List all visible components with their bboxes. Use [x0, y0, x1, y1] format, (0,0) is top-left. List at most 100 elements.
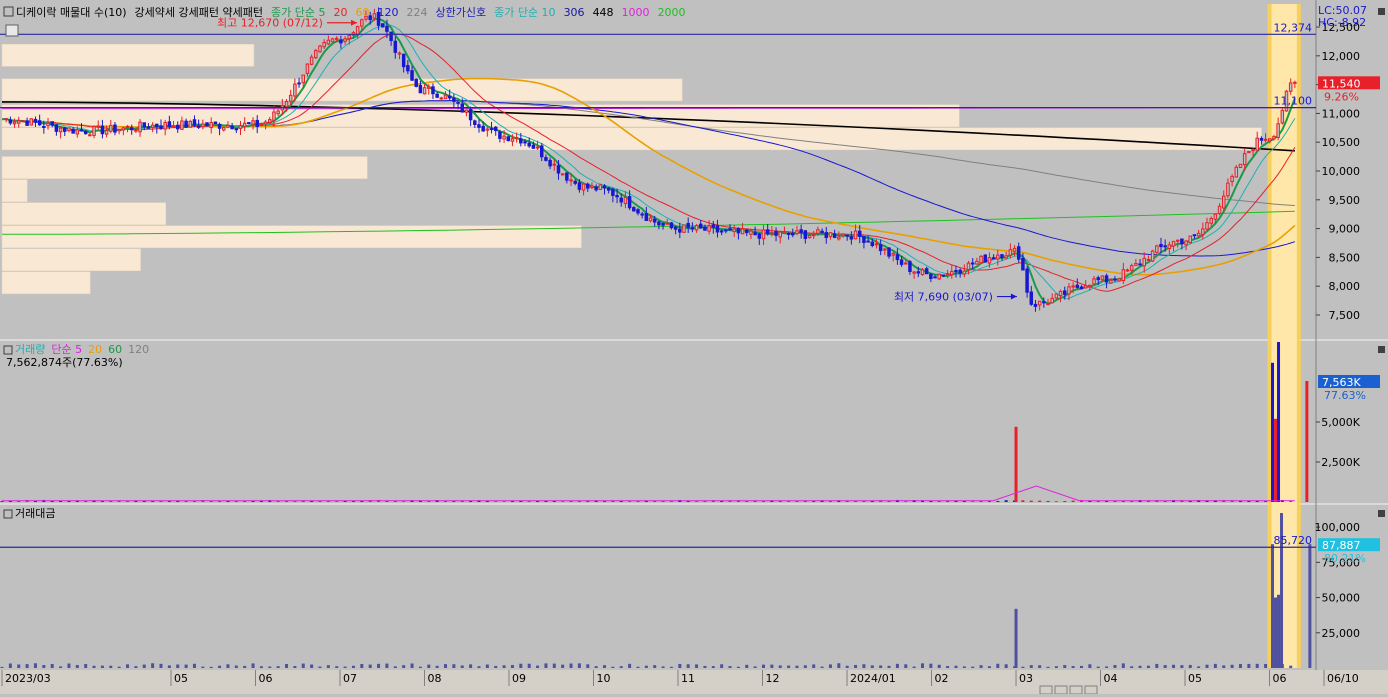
amount-bar: [1255, 663, 1259, 668]
amount-bar: [1121, 663, 1125, 668]
amount-bar: [410, 663, 414, 668]
candle-body: [33, 118, 38, 123]
candle-body: [811, 234, 816, 237]
amount-bar: [527, 663, 531, 668]
candle-body: [1238, 163, 1243, 168]
low-annotation: 최저 7,690 (03/07): [894, 291, 993, 304]
candle-body: [1242, 153, 1247, 166]
candle-body: [966, 262, 971, 271]
amount-bar: [979, 665, 983, 668]
candle-body: [786, 232, 791, 235]
price-tick-label: 10,500: [1322, 136, 1361, 149]
candle-body: [355, 26, 360, 35]
amount-bar: [745, 664, 749, 668]
amount-bar: [544, 663, 548, 668]
scroll-button[interactable]: [1039, 685, 1053, 695]
candle-body: [598, 184, 603, 190]
candle-body: [42, 125, 46, 128]
candle-body: [259, 123, 264, 126]
volume-bar: [385, 501, 389, 502]
candle-body: [498, 131, 502, 139]
scroll-button[interactable]: [1084, 685, 1098, 695]
candle-body: [954, 270, 958, 273]
candle-body: [447, 95, 452, 99]
candle-body: [1280, 109, 1285, 124]
candle-body: [1163, 245, 1167, 248]
candle-body: [96, 125, 100, 128]
amount-bar: [226, 664, 230, 668]
candle-body: [740, 228, 745, 235]
amount-bar: [862, 664, 866, 668]
panel-maximize-icon[interactable]: [1378, 346, 1385, 353]
amount-bar: [75, 665, 79, 668]
candle-body: [1192, 234, 1197, 237]
candle-body: [109, 124, 113, 132]
candle-body: [950, 270, 954, 276]
candle-body: [268, 119, 272, 124]
candle-body: [1205, 222, 1209, 230]
hc-readout: HC:-8.92: [1318, 16, 1366, 29]
candle-body: [180, 120, 184, 130]
candle-body: [4, 118, 8, 121]
volume-badge-value: 7,563K: [1322, 376, 1361, 389]
date-tick-label: 06/10: [1327, 672, 1359, 685]
candle-body: [958, 269, 962, 274]
amount-bar: [971, 666, 975, 668]
amount-bar: [418, 666, 422, 668]
candle-body: [100, 125, 105, 135]
candle-body: [757, 233, 762, 239]
candle-body: [1142, 257, 1146, 267]
amount-bar: [502, 665, 506, 668]
candle-body: [1083, 285, 1088, 289]
candle-body: [648, 217, 653, 222]
candle-body: [694, 224, 699, 231]
candle-body: [1075, 284, 1080, 288]
scroll-button[interactable]: [1054, 685, 1068, 695]
candle-body: [431, 86, 435, 95]
amount-bar: [234, 665, 238, 668]
amount-bar: [17, 664, 21, 668]
candle-body: [305, 63, 310, 74]
candle-body: [945, 273, 950, 276]
candle-body: [1259, 137, 1264, 141]
amount-bar: [268, 666, 272, 668]
volume-legend-item: 단순 5: [51, 343, 82, 356]
candle-body: [92, 126, 96, 136]
candle-body: [1180, 238, 1184, 245]
candle-body: [213, 121, 218, 125]
candle-body: [1100, 275, 1105, 280]
candle-body: [627, 196, 632, 209]
candle-body: [435, 93, 439, 98]
candle-body: [1201, 228, 1205, 235]
candle-body: [481, 125, 485, 132]
price-tick-label: 12,000: [1322, 50, 1361, 63]
volume-badge-pct: 77.63%: [1324, 389, 1366, 402]
scroll-button[interactable]: [1069, 685, 1083, 695]
candle-body: [67, 127, 71, 132]
candle-body: [134, 129, 138, 132]
stock-chart[interactable]: 12,50012,00011,50011,00010,50010,0009,50…: [0, 0, 1388, 695]
candle-body: [937, 273, 941, 280]
volume-bar: [151, 501, 155, 502]
candle-body: [54, 124, 59, 132]
candle-body: [314, 50, 318, 59]
candle-body: [1288, 82, 1293, 92]
grid-toggle-icon[interactable]: [5, 24, 19, 37]
candle-body: [874, 243, 879, 246]
volume-bar: [695, 501, 699, 502]
candle-body: [732, 228, 736, 233]
volume-profile-bin: [1, 78, 683, 102]
candle-body: [899, 259, 904, 265]
panel-maximize-icon[interactable]: [1378, 510, 1385, 517]
amount-bar: [728, 666, 732, 668]
panel-maximize-icon[interactable]: [1378, 8, 1385, 15]
amount-bar: [301, 663, 305, 668]
candle-body: [389, 31, 393, 41]
price-tick-label: 9,500: [1329, 194, 1361, 207]
volume-bar: [628, 501, 632, 502]
candle-body: [703, 226, 707, 231]
amount-bar: [577, 663, 581, 668]
candle-body: [1079, 286, 1084, 290]
candle-body: [573, 180, 577, 184]
candle-body: [1129, 265, 1134, 271]
